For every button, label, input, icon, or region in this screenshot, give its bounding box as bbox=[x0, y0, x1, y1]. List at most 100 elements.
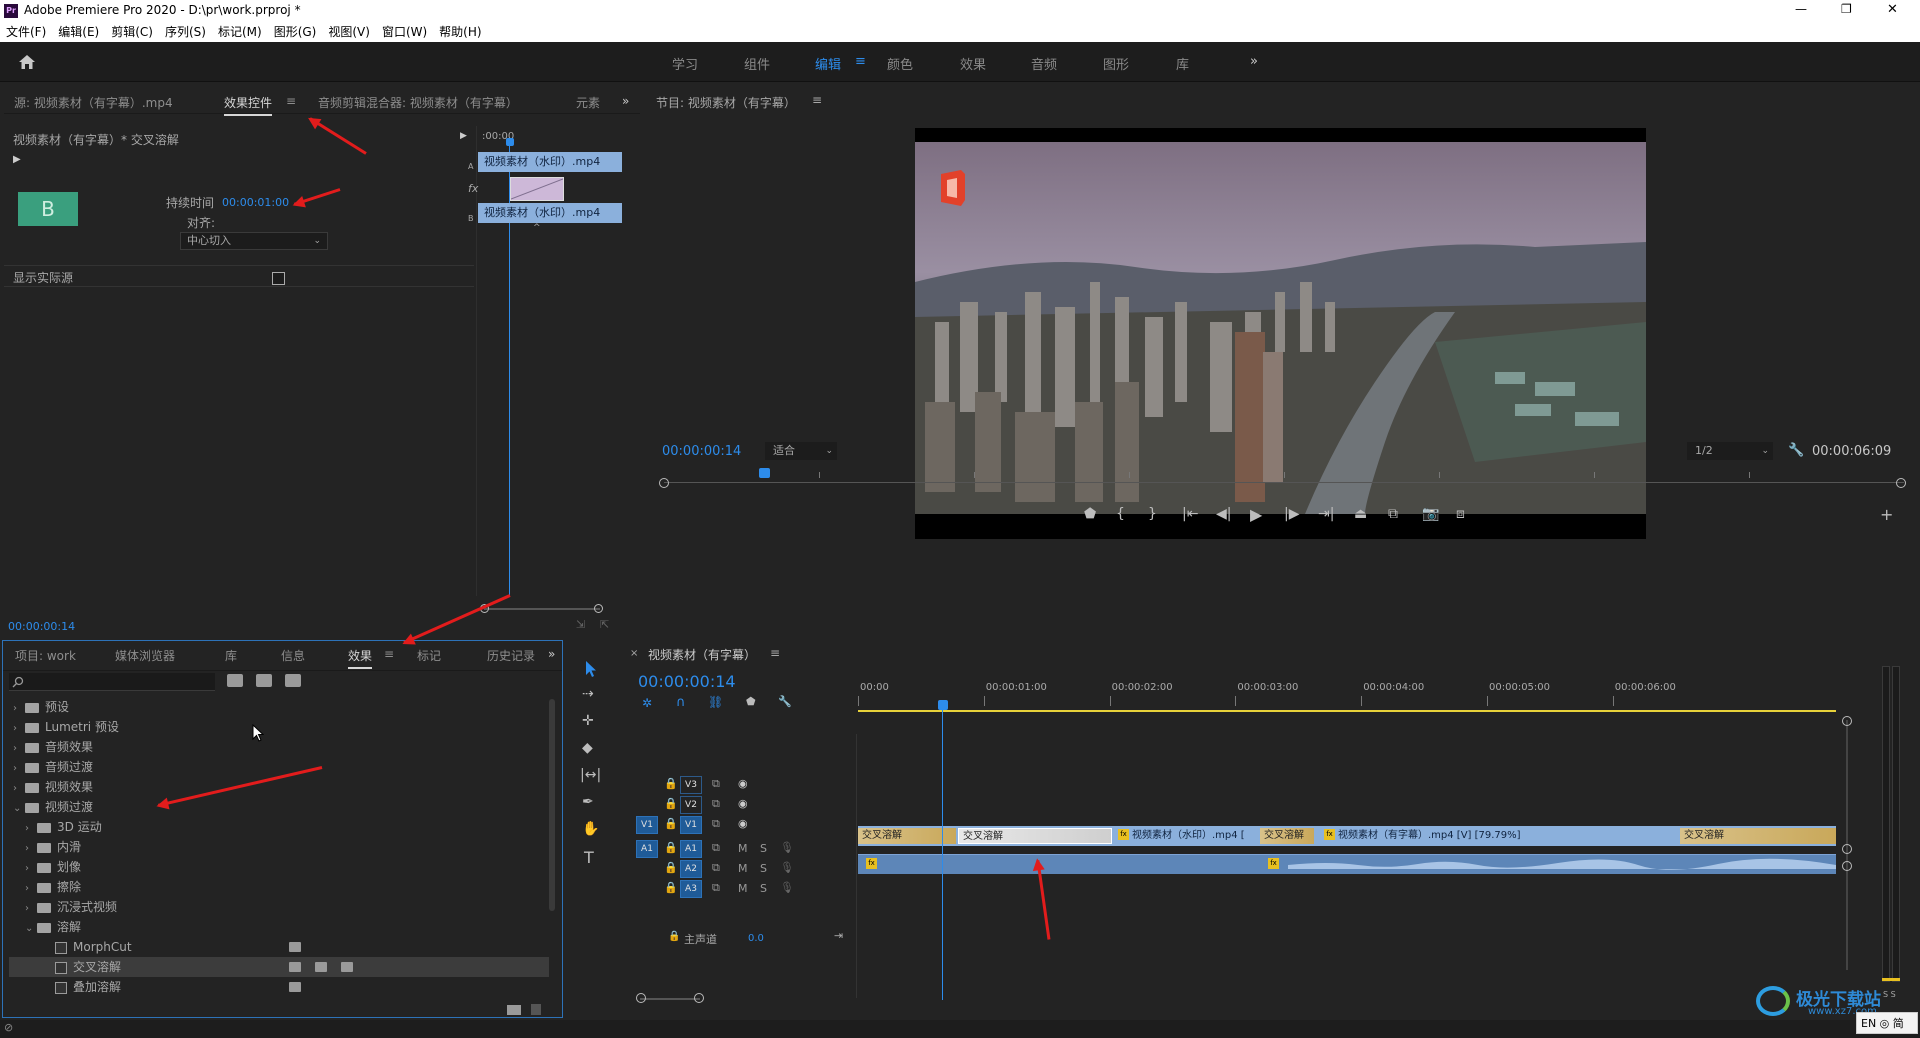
menu-clip[interactable]: 剪辑(C) bbox=[105, 22, 159, 42]
timeline-settings-icon[interactable]: 🔧 bbox=[778, 695, 792, 708]
menu-sequence[interactable]: 序列(S) bbox=[159, 22, 212, 42]
pen-tool-icon[interactable]: ✒ bbox=[582, 794, 594, 810]
tab-markers[interactable]: 标记 bbox=[417, 647, 441, 664]
chevron-down-icon[interactable]: ⌄ bbox=[13, 799, 25, 819]
clip-subtitle[interactable]: 视频素材（有字幕）.mp4 [V] [79.79%] bbox=[1338, 828, 1638, 844]
tree-item[interactable]: › 视频效果 bbox=[9, 777, 549, 797]
fit-dropdown[interactable]: 适合 ⌄ bbox=[765, 442, 837, 460]
tree-item[interactable]: › Lumetri 预设 bbox=[9, 717, 549, 737]
play-transition-icon[interactable]: ▶ bbox=[13, 154, 21, 165]
eye-icon[interactable]: ◉ bbox=[738, 777, 748, 790]
lift-icon[interactable]: ⏏ bbox=[1354, 506, 1367, 522]
panel-menu-icon[interactable]: ≡ bbox=[384, 647, 394, 661]
transition-3[interactable]: 交叉溶解 bbox=[1680, 828, 1836, 844]
master-value[interactable]: 0.0 bbox=[748, 933, 764, 944]
lock-icon[interactable]: 🔒 bbox=[664, 797, 678, 810]
tree-item[interactable]: ⌄ 溶解 bbox=[9, 917, 549, 937]
transition-selected[interactable]: 交叉溶解 bbox=[958, 828, 1112, 844]
zoom-handle-right[interactable] bbox=[694, 993, 704, 1003]
chevron-right-icon[interactable]: › bbox=[25, 879, 37, 899]
microphone-icon[interactable]: 🎙 bbox=[780, 881, 794, 894]
menu-view[interactable]: 视图(V) bbox=[322, 22, 376, 42]
hand-tool-icon[interactable]: ✋ bbox=[582, 821, 599, 837]
accelerated-effects-icon[interactable] bbox=[227, 674, 243, 687]
mini-zoom-bar[interactable] bbox=[484, 608, 600, 610]
menu-file[interactable]: 文件(F) bbox=[0, 22, 52, 42]
tree-item[interactable]: › 擦除 bbox=[9, 877, 549, 897]
scroll-handle-low[interactable] bbox=[1842, 861, 1852, 871]
program-playhead[interactable] bbox=[759, 468, 771, 478]
mark-in-icon[interactable]: { bbox=[1116, 506, 1125, 522]
lock-icon[interactable]: 🔒 bbox=[664, 817, 678, 830]
scrub-handle-left[interactable] bbox=[659, 478, 669, 488]
chevron-down-icon[interactable]: ⌄ bbox=[25, 919, 37, 939]
home-icon[interactable] bbox=[18, 54, 36, 70]
chevron-right-icon[interactable]: › bbox=[13, 739, 25, 759]
workspace-editing[interactable]: 编辑 bbox=[815, 54, 841, 73]
mark-out-icon[interactable]: } bbox=[1148, 506, 1157, 522]
master-lock-icon[interactable]: 🔒 bbox=[668, 931, 680, 942]
track-target[interactable]: A3 bbox=[680, 880, 702, 898]
yuv-effects-icon[interactable] bbox=[285, 674, 301, 687]
sync-lock-icon[interactable]: ⧉ bbox=[712, 797, 720, 811]
clip-watermark[interactable]: 视频素材（水印）.mp4 [ bbox=[1132, 828, 1274, 844]
zoom-handle-right[interactable] bbox=[594, 604, 603, 613]
sync-lock-icon[interactable]: ⧉ bbox=[712, 881, 720, 895]
new-bin-icon[interactable] bbox=[507, 1005, 521, 1015]
maximize-button[interactable]: ❐ bbox=[1841, 2, 1852, 16]
lock-icon[interactable]: 🔒 bbox=[664, 861, 678, 874]
tabs-overflow-icon[interactable]: » bbox=[622, 94, 629, 108]
show-source-checkbox[interactable] bbox=[272, 272, 285, 285]
scroll-handle-top[interactable] bbox=[1842, 716, 1852, 726]
minimize-button[interactable]: — bbox=[1795, 2, 1807, 16]
ripple-edit-tool-icon[interactable]: ✛ bbox=[582, 713, 594, 729]
sync-lock-icon[interactable]: ⧉ bbox=[712, 777, 720, 791]
source-patch[interactable]: V1 bbox=[636, 816, 658, 834]
snap-icon[interactable]: ∩ bbox=[676, 695, 686, 710]
tab-effect-controls[interactable]: 效果控件 bbox=[224, 94, 273, 116]
workspace-graphics[interactable]: 图形 bbox=[1103, 54, 1129, 73]
tree-scrollbar[interactable] bbox=[549, 699, 555, 911]
microphone-icon[interactable]: 🎙 bbox=[780, 861, 794, 874]
tab-effects[interactable]: 效果 bbox=[348, 647, 373, 669]
trash-icon[interactable] bbox=[531, 1004, 541, 1015]
mini-playhead-icon[interactable] bbox=[506, 138, 514, 146]
chevron-right-icon[interactable]: › bbox=[13, 699, 25, 719]
expand-arrow-icon[interactable]: ▶ bbox=[460, 131, 467, 141]
selection-tool-icon[interactable] bbox=[584, 660, 598, 678]
wrench-icon[interactable]: 🔧 bbox=[1788, 443, 1804, 458]
timeline-playhead[interactable] bbox=[938, 700, 948, 710]
workspace-assembly[interactable]: 组件 bbox=[744, 54, 770, 73]
filter-icon[interactable]: ⇲ bbox=[576, 618, 585, 631]
extract-icon[interactable]: ⧉ bbox=[1388, 506, 1398, 522]
workspace-overflow[interactable]: » bbox=[1250, 54, 1258, 69]
solo-button[interactable]: S bbox=[760, 842, 767, 855]
add-marker-icon[interactable]: ⬟ bbox=[746, 695, 756, 708]
workspace-menu-icon[interactable]: ≡ bbox=[855, 54, 866, 69]
lock-icon[interactable]: 🔒 bbox=[664, 881, 678, 894]
step-forward-icon[interactable]: |▶ bbox=[1284, 506, 1299, 522]
lock-icon[interactable]: 🔒 bbox=[664, 841, 678, 854]
eye-icon[interactable]: ◉ bbox=[738, 817, 748, 830]
tree-item[interactable]: › 音频效果 bbox=[9, 737, 549, 757]
eye-icon[interactable]: ◉ bbox=[738, 797, 748, 810]
track-target[interactable]: A2 bbox=[680, 860, 702, 878]
tab-audio-clip-mixer[interactable]: 音频剪辑混合器: 视频素材（有字幕） bbox=[318, 94, 518, 111]
tab-project[interactable]: 项目: work bbox=[15, 647, 76, 664]
tree-item[interactable]: › 内滑 bbox=[9, 837, 549, 857]
work-area-bar[interactable] bbox=[858, 710, 1836, 712]
tree-item[interactable]: › 划像 bbox=[9, 857, 549, 877]
workspace-libraries[interactable]: 库 bbox=[1176, 54, 1189, 73]
tree-item[interactable]: 叠加溶解 bbox=[9, 977, 549, 997]
chevron-right-icon[interactable]: › bbox=[25, 839, 37, 859]
mute-button[interactable]: M bbox=[738, 882, 748, 895]
menu-edit[interactable]: 编辑(E) bbox=[52, 22, 105, 42]
solo-button[interactable]: S bbox=[760, 862, 767, 875]
sync-lock-icon[interactable]: ⧉ bbox=[712, 841, 720, 855]
camera-icon[interactable]: 📷 bbox=[1422, 506, 1439, 522]
track-select-tool-icon[interactable]: ⇢ bbox=[582, 686, 594, 702]
tab-libraries[interactable]: 库 bbox=[225, 647, 237, 664]
scroll-handle-mid[interactable] bbox=[1842, 844, 1852, 854]
solo-button[interactable]: S bbox=[760, 882, 767, 895]
slip-tool-icon[interactable]: |↔| bbox=[580, 767, 601, 783]
